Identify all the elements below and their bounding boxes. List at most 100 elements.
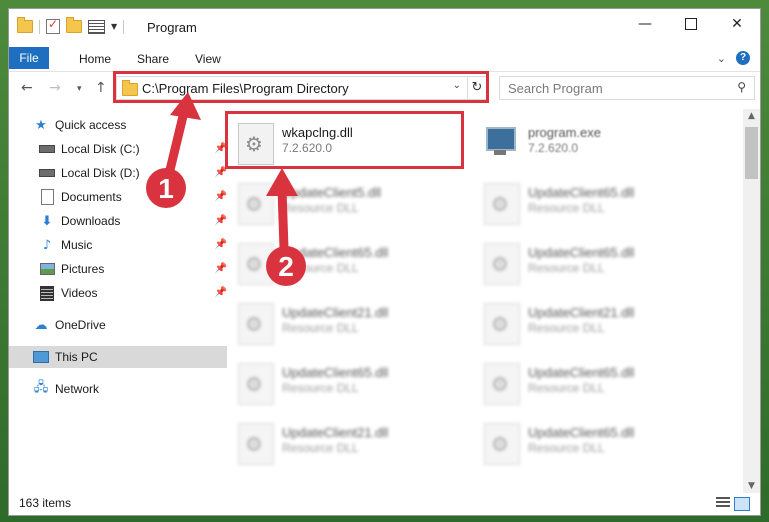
file-item[interactable]: UpdateClient65.dll Resource DLL: [474, 413, 704, 469]
forward-arrow-icon[interactable]: →: [49, 80, 61, 96]
sidebar-item-label: Quick access: [55, 118, 127, 132]
file-type: Resource DLL: [528, 381, 605, 395]
file-name: UpdateClient65.dll: [282, 245, 389, 260]
scroll-down-icon[interactable]: ▼: [743, 481, 760, 491]
sidebar-item-label: OneDrive: [55, 318, 106, 332]
search-input[interactable]: Search Program ⚲: [499, 76, 755, 100]
properties-check-icon[interactable]: [46, 17, 60, 34]
expand-ribbon-chevron-icon[interactable]: ⌄: [717, 52, 726, 65]
file-name: UpdateClient5.dll: [282, 185, 382, 200]
file-name: UpdateClient21.dll: [528, 305, 635, 320]
dll-gear-icon: [484, 363, 520, 405]
network-icon: 🖧: [33, 380, 49, 395]
sidebar-item-label: Videos: [61, 286, 98, 300]
vertical-scrollbar[interactable]: ▲ ▼: [743, 109, 760, 493]
file-item[interactable]: UpdateClient65.dll Resource DLL: [474, 233, 704, 289]
star-icon: ★: [35, 117, 47, 133]
download-icon: ⬇: [41, 213, 53, 229]
file-type: Resource DLL: [282, 441, 359, 455]
details-view-icon[interactable]: [716, 497, 730, 509]
file-item[interactable]: UpdateClient65.dll Resource DLL: [228, 353, 458, 409]
sidebar-item-label: Downloads: [61, 214, 121, 228]
file-name: UpdateClient65.dll: [528, 185, 635, 200]
title-bar: ▼ Program — ✕: [9, 9, 760, 45]
sidebar-item-local-disk-d[interactable]: Local Disk (D:) 📌: [9, 162, 233, 184]
status-bar: 163 items: [9, 493, 760, 515]
file-item[interactable]: UpdateClient65.dll Resource DLL: [474, 173, 704, 229]
file-version: 7.2.620.0: [528, 141, 579, 155]
sidebar-item-videos[interactable]: Videos 📌: [9, 282, 233, 304]
ribbon-tabs: File Home Share View ⌄ ?: [9, 45, 760, 72]
file-item[interactable]: UpdateClient65.dll Resource DLL: [228, 233, 458, 289]
cloud-icon: ☁: [34, 317, 48, 333]
file-type: Resource DLL: [282, 321, 359, 335]
new-folder-icon[interactable]: [66, 17, 82, 33]
back-arrow-icon[interactable]: ←: [21, 80, 33, 96]
sidebar-item-music[interactable]: ♪ Music 📌: [9, 234, 233, 256]
file-item[interactable]: UpdateClient65.dll Resource DLL: [474, 353, 704, 409]
close-button[interactable]: ✕: [714, 9, 760, 39]
recent-locations-chevron-icon[interactable]: ▾: [77, 84, 82, 94]
file-item[interactable]: UpdateClient5.dll Resource DLL: [228, 173, 458, 229]
view-properties-icon[interactable]: [88, 19, 105, 34]
help-icon[interactable]: ?: [736, 51, 750, 65]
sidebar-item-downloads[interactable]: ⬇ Downloads 📌: [9, 210, 233, 232]
tab-view[interactable]: View: [181, 48, 235, 70]
file-name: program.exe: [528, 125, 601, 140]
file-name: UpdateClient65.dll: [528, 245, 635, 260]
file-name: UpdateClient65.dll: [528, 365, 635, 380]
sidebar-item-quick-access[interactable]: ★ Quick access: [9, 114, 227, 136]
music-icon: ♪: [42, 237, 52, 253]
dll-gear-icon: [484, 303, 520, 345]
file-type: Resource DLL: [528, 441, 605, 455]
window-title: Program: [147, 20, 197, 35]
sidebar-item-this-pc[interactable]: This PC: [9, 346, 227, 368]
sidebar-item-network[interactable]: 🖧 Network: [9, 378, 227, 400]
sidebar-item-label: This PC: [55, 350, 98, 364]
navigation-pane: ★ Quick access Local Disk (C:) 📌 Local D…: [9, 111, 227, 491]
toolbar-separator: [39, 19, 40, 34]
file-item[interactable]: UpdateClient21.dll Resource DLL: [228, 413, 458, 469]
computer-icon: [33, 349, 49, 365]
dll-gear-icon: [238, 423, 274, 465]
customize-toolbar-chevron-icon[interactable]: ▼: [111, 22, 117, 31]
file-name: UpdateClient21.dll: [282, 305, 389, 320]
tab-file[interactable]: File: [9, 47, 49, 69]
search-icon[interactable]: ⚲: [737, 80, 746, 94]
file-name: UpdateClient65.dll: [528, 425, 635, 440]
maximize-button[interactable]: [668, 9, 714, 39]
sidebar-item-documents[interactable]: Documents 📌: [9, 186, 233, 208]
sidebar-item-pictures[interactable]: Pictures 📌: [9, 258, 233, 280]
file-name: UpdateClient65.dll: [282, 365, 389, 380]
tab-share[interactable]: Share: [123, 48, 183, 70]
sidebar-item-local-disk-c[interactable]: Local Disk (C:) 📌: [9, 138, 233, 160]
dll-gear-icon: [484, 183, 520, 225]
drive-icon: [39, 165, 55, 181]
file-item[interactable]: UpdateClient21.dll Resource DLL: [228, 293, 458, 349]
sidebar-item-label: Music: [61, 238, 93, 252]
ribbon-controls: ⌄ ?: [717, 51, 750, 65]
scroll-thumb[interactable]: [745, 127, 758, 179]
exe-icon: [484, 123, 516, 159]
sidebar-item-label: Documents: [61, 190, 122, 204]
sidebar-item-onedrive[interactable]: ☁ OneDrive: [9, 314, 227, 336]
minimize-button[interactable]: —: [622, 9, 668, 39]
pictures-icon: [39, 261, 55, 277]
video-icon: [39, 285, 55, 301]
folder-icon: [17, 17, 33, 33]
up-arrow-icon[interactable]: ↑: [95, 80, 107, 96]
dll-gear-icon: [238, 243, 274, 285]
search-placeholder: Search Program: [508, 81, 603, 96]
tab-home[interactable]: Home: [65, 48, 125, 70]
dll-gear-icon: [238, 183, 274, 225]
file-item[interactable]: UpdateClient21.dll Resource DLL: [474, 293, 704, 349]
scroll-up-icon[interactable]: ▲: [743, 111, 760, 121]
quick-access-toolbar: ▼: [17, 17, 125, 34]
documents-icon: [39, 189, 55, 205]
sidebar-item-label: Local Disk (C:): [61, 142, 140, 156]
file-type: Resource DLL: [528, 261, 605, 275]
file-type: Resource DLL: [282, 381, 359, 395]
file-item-program-exe[interactable]: program.exe 7.2.620.0: [474, 113, 704, 169]
maximize-icon: [685, 18, 697, 30]
large-icons-view-icon[interactable]: [734, 497, 750, 511]
